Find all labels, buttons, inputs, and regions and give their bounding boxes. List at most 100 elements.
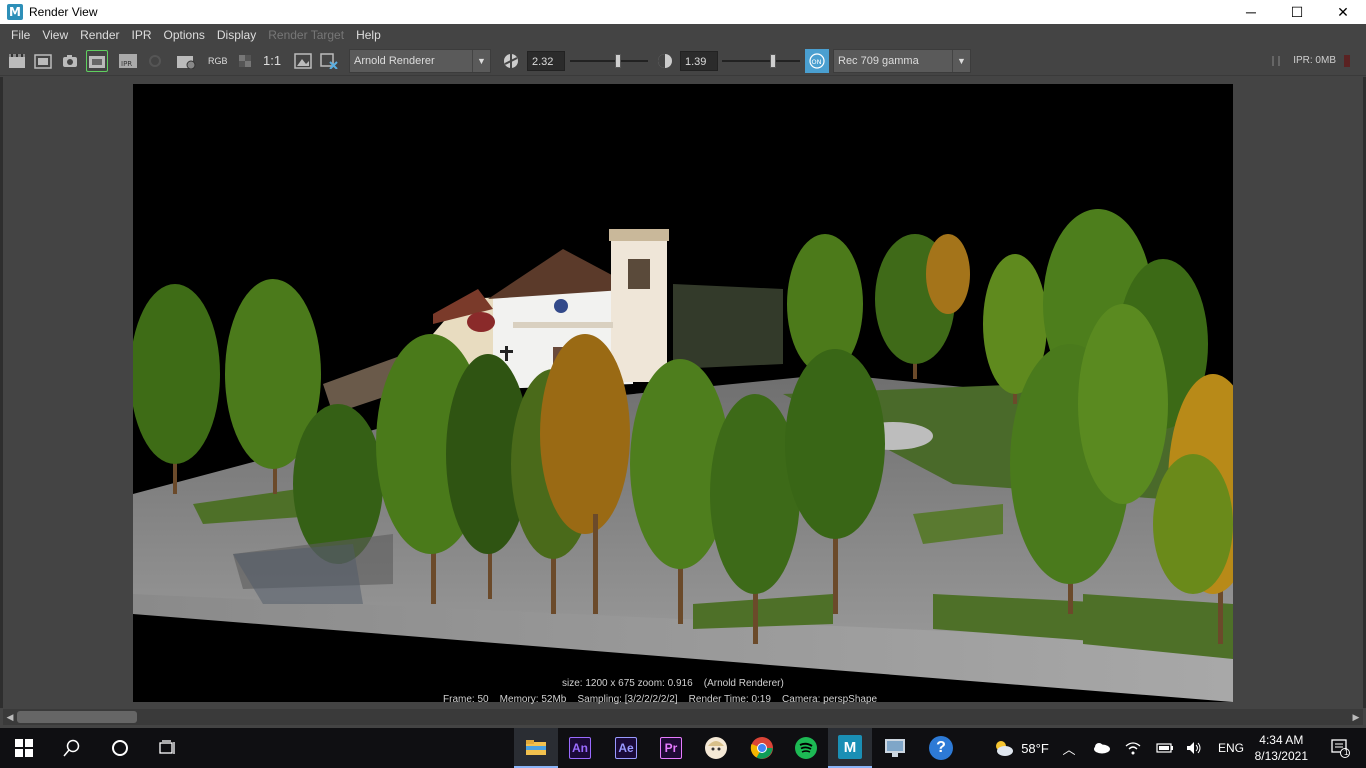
show-hidden-icons-button[interactable]: ︿ — [1058, 728, 1080, 768]
help-icon: ? — [929, 736, 953, 760]
gamma-slider[interactable] — [722, 60, 800, 62]
gamma-field[interactable]: 1.39 — [680, 51, 718, 71]
refresh-ipr-icon — [144, 50, 166, 72]
language-label: ENG — [1217, 741, 1244, 755]
renderer-dropdown[interactable]: Arnold Renderer ▼ — [349, 49, 491, 73]
taskbar-file-explorer[interactable] — [514, 728, 558, 768]
partly-cloudy-icon — [996, 741, 1014, 756]
battery-button[interactable] — [1154, 728, 1176, 768]
wifi-icon — [1125, 742, 1141, 755]
exposure-field[interactable]: 2.32 — [527, 51, 565, 71]
ipr-render-icon[interactable] — [86, 50, 108, 72]
render-toolbar: IPR RGB 1:1 Arnold Renderer ▼ 2.32 1.39 … — [0, 46, 1366, 76]
notification-count: 1 — [1344, 748, 1349, 757]
maximize-button[interactable]: ☐ — [1274, 0, 1320, 24]
taskbar-chrome[interactable] — [740, 728, 784, 768]
chevron-down-icon: ▼ — [952, 50, 970, 72]
remove-image-icon[interactable] — [318, 50, 340, 72]
weather-widget[interactable]: 58°F — [980, 728, 1060, 768]
taskbar-premiere[interactable]: Pr — [649, 728, 693, 768]
menu-display[interactable]: Display — [211, 24, 262, 46]
onedrive-button[interactable] — [1090, 728, 1112, 768]
render-settings-icon[interactable] — [175, 50, 197, 72]
maya-icon: M — [838, 735, 862, 759]
menu-help[interactable]: Help — [350, 24, 387, 46]
taskbar-remote-desktop[interactable] — [873, 728, 917, 768]
maya-app-icon: M — [7, 4, 23, 20]
game-character-icon — [705, 737, 727, 759]
cortana-button[interactable] — [96, 728, 144, 768]
remote-desktop-icon — [885, 739, 905, 757]
svg-text:IPR: IPR — [121, 60, 132, 68]
real-size-button[interactable]: 1:1 — [263, 50, 281, 72]
snapshot-icon[interactable] — [59, 50, 81, 72]
taskbar-maya[interactable]: M — [828, 728, 872, 768]
clock-time: 4:34 AM — [1259, 733, 1304, 747]
task-view-icon — [159, 740, 175, 754]
folder-icon — [526, 740, 546, 755]
gamma-slider-handle[interactable] — [770, 54, 777, 68]
close-button[interactable]: ✕ — [1320, 0, 1366, 24]
rendered-image — [133, 84, 1233, 702]
window-title: Render View — [29, 5, 98, 19]
taskbar-game-character[interactable] — [694, 728, 738, 768]
minimize-button[interactable]: ─ — [1228, 0, 1274, 24]
start-button[interactable] — [0, 728, 48, 768]
animate-icon: An — [569, 737, 591, 759]
task-view-button[interactable] — [144, 728, 192, 768]
exposure-icon[interactable] — [500, 50, 522, 72]
exposure-slider-handle[interactable] — [615, 54, 622, 68]
cloud-icon — [1094, 743, 1110, 754]
temperature-label: 58°F — [1021, 740, 1049, 756]
scrollbar-thumb[interactable] — [17, 711, 137, 723]
color-management-toggle[interactable]: ON — [805, 49, 829, 73]
speaker-icon — [1187, 742, 1201, 754]
network-button[interactable] — [1122, 728, 1144, 768]
search-button[interactable] — [48, 728, 96, 768]
clock[interactable]: 4:34 AM 8/13/2021 — [1255, 732, 1308, 764]
view-transform-dropdown[interactable]: Rec 709 gamma ▼ — [833, 49, 971, 73]
ipr-memory-label: IPR: 0MB — [1293, 55, 1336, 66]
windows-taskbar: An Ae Pr M ? 58°F ︿ ENG 4:34 AM 8/13/202… — [0, 728, 1366, 768]
render-info-stats: Frame: 50 Memory: 52Mb Sampling: [3/2/2/… — [443, 694, 878, 705]
menu-render-target: Render Target — [268, 28, 345, 42]
render-info-size: size: 1200 x 675 zoom: 0.916 (Arnold Ren… — [562, 678, 784, 689]
ipr-icon[interactable]: IPR — [117, 50, 139, 72]
after-effects-icon: Ae — [615, 737, 637, 759]
chevron-down-icon: ▼ — [472, 50, 490, 72]
volume-button[interactable] — [1184, 728, 1206, 768]
language-indicator[interactable]: ENG — [1214, 728, 1248, 768]
exposure-slider[interactable] — [570, 60, 648, 62]
menu-ipr[interactable]: IPR — [126, 24, 158, 46]
horizontal-scrollbar[interactable]: ◀ ▶ — [3, 709, 1363, 725]
premiere-icon: Pr — [660, 737, 682, 759]
ipr-status-indicator — [1344, 55, 1350, 67]
menu-render[interactable]: Render — [74, 24, 125, 46]
taskbar-after-effects[interactable]: Ae — [604, 728, 648, 768]
rgb-channel-button[interactable]: RGB — [208, 50, 228, 72]
scroll-right-arrow-icon[interactable]: ▶ — [1349, 709, 1363, 725]
view-transform-value: Rec 709 gamma — [838, 55, 919, 67]
chevron-up-icon: ︿ — [1062, 741, 1076, 757]
renderer-value: Arnold Renderer — [354, 55, 435, 67]
spotify-icon — [795, 737, 817, 759]
taskbar-spotify[interactable] — [784, 728, 828, 768]
windows-icon — [15, 739, 33, 757]
render-region-icon[interactable] — [32, 50, 54, 72]
taskbar-animate[interactable]: An — [558, 728, 602, 768]
search-icon — [63, 739, 80, 757]
scroll-left-arrow-icon[interactable]: ◀ — [3, 709, 17, 725]
cortana-icon — [112, 740, 128, 756]
menu-options[interactable]: Options — [158, 24, 211, 46]
display-image-icon[interactable] — [292, 50, 314, 72]
menu-file[interactable]: File — [5, 24, 36, 46]
menu-view[interactable]: View — [36, 24, 74, 46]
action-center-button[interactable]: 1 — [1318, 728, 1362, 768]
gamma-icon[interactable] — [654, 50, 676, 72]
clock-date: 8/13/2021 — [1254, 749, 1308, 763]
taskbar-help[interactable]: ? — [919, 728, 963, 768]
color-management-badge: ON — [812, 58, 822, 66]
ipr-pause-icon[interactable] — [1272, 56, 1280, 66]
redo-render-icon[interactable] — [6, 50, 28, 72]
alpha-channel-icon[interactable] — [234, 50, 256, 72]
